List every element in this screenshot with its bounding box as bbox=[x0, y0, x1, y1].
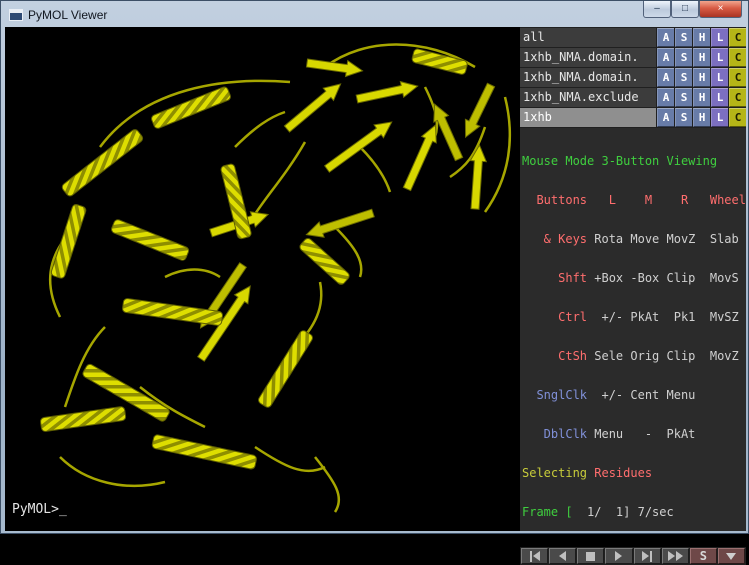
hide-button[interactable]: H bbox=[693, 48, 710, 67]
mouse-row-shift: Shft +Box -Box Clip MovS bbox=[522, 272, 746, 285]
play-button[interactable] bbox=[605, 548, 632, 564]
label-button[interactable]: L bbox=[711, 88, 728, 107]
label-button[interactable]: L bbox=[711, 28, 728, 47]
alpha-helices bbox=[40, 48, 468, 469]
mouse-row-ctsh: CtSh Sele Orig Clip MovZ bbox=[522, 350, 746, 363]
rewind-start-button[interactable] bbox=[521, 548, 548, 564]
protein-structure[interactable] bbox=[5, 27, 520, 531]
mouse-buttons-header: Buttons L M R Wheel bbox=[522, 194, 746, 207]
side-panel: all A S H L C 1xhb_NMA.domain. A S H L C… bbox=[520, 27, 746, 531]
triangle-right-icon bbox=[668, 551, 675, 561]
object-list: all A S H L C 1xhb_NMA.domain. A S H L C… bbox=[520, 27, 746, 128]
bar-icon bbox=[530, 551, 532, 562]
viewport[interactable]: PyMOL>_ bbox=[5, 27, 520, 531]
maximize-icon: □ bbox=[682, 4, 688, 14]
fast-forward-button[interactable] bbox=[662, 548, 689, 564]
show-button[interactable]: S bbox=[675, 48, 692, 67]
scene-label: S bbox=[700, 549, 707, 563]
color-button[interactable]: C bbox=[729, 108, 746, 127]
mouse-row-keys: & Keys Rota Move MovZ Slab bbox=[522, 233, 746, 246]
triangle-right-icon bbox=[642, 551, 649, 561]
minimize-button[interactable]: – bbox=[643, 1, 671, 18]
triangle-right-icon bbox=[676, 551, 683, 561]
step-back-button[interactable] bbox=[549, 548, 576, 564]
hide-button[interactable]: H bbox=[693, 88, 710, 107]
label-button[interactable]: L bbox=[711, 48, 728, 67]
show-button[interactable]: S bbox=[675, 68, 692, 87]
mouse-row-dblclk: DblClk Menu - PkAt bbox=[522, 428, 746, 441]
object-name[interactable]: all bbox=[520, 28, 656, 47]
hide-button[interactable]: H bbox=[693, 28, 710, 47]
triangle-right-icon bbox=[615, 551, 622, 561]
stop-icon bbox=[586, 552, 595, 561]
object-name[interactable]: 1xhb_NMA.domain. bbox=[520, 68, 656, 87]
command-prompt[interactable]: PyMOL>_ bbox=[12, 502, 67, 517]
object-row-domain-1: 1xhb_NMA.domain. A S H L C bbox=[520, 48, 746, 67]
label-button[interactable]: L bbox=[711, 68, 728, 87]
mouse-mode-line[interactable]: Mouse Mode 3-Button Viewing bbox=[522, 155, 746, 168]
scene-button[interactable]: S bbox=[690, 548, 717, 564]
action-button[interactable]: A bbox=[657, 28, 674, 47]
object-row-all: all A S H L C bbox=[520, 28, 746, 47]
action-button[interactable]: A bbox=[657, 48, 674, 67]
pymol-window: PyMOL Viewer – □ × bbox=[0, 0, 749, 534]
stop-button[interactable] bbox=[577, 548, 604, 564]
label-button[interactable]: L bbox=[711, 108, 728, 127]
minimize-icon: – bbox=[654, 4, 660, 14]
mouse-panel: Mouse Mode 3-Button Viewing Buttons L M … bbox=[520, 128, 746, 547]
playback-bar: S bbox=[520, 547, 746, 565]
app-icon bbox=[9, 9, 23, 21]
movie-menu-button[interactable] bbox=[718, 548, 745, 564]
object-name[interactable]: 1xhb_NMA.domain. bbox=[520, 48, 656, 67]
action-button[interactable]: A bbox=[657, 88, 674, 107]
object-name[interactable]: 1xhb_NMA.exclude bbox=[520, 88, 656, 107]
color-button[interactable]: C bbox=[729, 48, 746, 67]
window-controls: – □ × bbox=[643, 1, 742, 18]
hide-button[interactable]: H bbox=[693, 108, 710, 127]
triangle-left-icon bbox=[559, 551, 566, 561]
object-row-domain-2: 1xhb_NMA.domain. A S H L C bbox=[520, 68, 746, 87]
maximize-button[interactable]: □ bbox=[671, 1, 699, 18]
object-name[interactable]: 1xhb bbox=[520, 108, 656, 127]
content-area: PyMOL>_ all A S H L C 1xhb_NMA.domain. A… bbox=[5, 27, 746, 531]
frame-counter-line: Frame [ 1/ 1] 7/sec bbox=[522, 506, 746, 519]
color-button[interactable]: C bbox=[729, 88, 746, 107]
selecting-mode-line[interactable]: Selecting Residues bbox=[522, 467, 746, 480]
action-button[interactable]: A bbox=[657, 68, 674, 87]
color-button[interactable]: C bbox=[729, 68, 746, 87]
triangle-left-icon bbox=[533, 551, 540, 561]
action-button[interactable]: A bbox=[657, 108, 674, 127]
object-row-exclude: 1xhb_NMA.exclude A S H L C bbox=[520, 88, 746, 107]
show-button[interactable]: S bbox=[675, 88, 692, 107]
mouse-row-snglclk: SnglClk +/- Cent Menu bbox=[522, 389, 746, 402]
triangle-down-icon bbox=[726, 553, 736, 560]
show-button[interactable]: S bbox=[675, 28, 692, 47]
step-forward-button[interactable] bbox=[634, 548, 661, 564]
titlebar[interactable]: PyMOL Viewer – □ × bbox=[5, 1, 744, 27]
mouse-row-ctrl: Ctrl +/- PkAt Pk1 MvSZ bbox=[522, 311, 746, 324]
color-button[interactable]: C bbox=[729, 28, 746, 47]
bar-icon bbox=[650, 551, 652, 562]
close-icon: × bbox=[718, 4, 724, 14]
close-button[interactable]: × bbox=[699, 1, 742, 18]
window-title: PyMOL Viewer bbox=[28, 8, 107, 22]
hide-button[interactable]: H bbox=[693, 68, 710, 87]
show-button[interactable]: S bbox=[675, 108, 692, 127]
object-row-1xhb: 1xhb A S H L C bbox=[520, 108, 746, 127]
